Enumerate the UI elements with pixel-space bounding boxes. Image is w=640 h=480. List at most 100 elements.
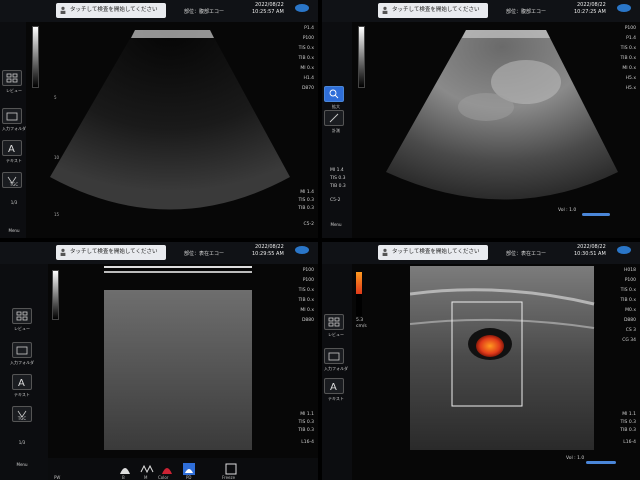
text-icon: A bbox=[18, 378, 25, 387]
person-icon bbox=[382, 248, 388, 256]
volume-slider[interactable] bbox=[582, 213, 610, 216]
svg-text:A: A bbox=[8, 144, 15, 153]
menu-label[interactable]: Menu bbox=[0, 228, 28, 233]
start-exam-banner[interactable]: タッチして検査を開始してください bbox=[56, 245, 166, 260]
datetime: 2022/08/22 10:30:51 AM bbox=[574, 244, 606, 257]
start-exam-banner[interactable]: タッチして検査を開始してください bbox=[378, 245, 488, 260]
start-exam-banner[interactable]: タッチして検査を開始してください bbox=[378, 3, 488, 18]
text-icon: A bbox=[8, 144, 15, 153]
grid-icon bbox=[6, 73, 18, 83]
volume-label: Vol : 1.0 bbox=[566, 456, 585, 461]
folder-label: 入力フォルダ bbox=[324, 366, 348, 371]
svg-text:A: A bbox=[330, 382, 337, 391]
folder-icon bbox=[328, 352, 340, 361]
review-button[interactable] bbox=[2, 70, 22, 86]
brand-logo-icon bbox=[295, 4, 309, 12]
brand-logo-icon bbox=[617, 4, 631, 12]
folder-button[interactable] bbox=[2, 108, 22, 124]
study-label: 部位：表在エコー bbox=[184, 251, 225, 257]
folder-label: 入力フォルダ bbox=[2, 126, 26, 131]
gray-scale-bar bbox=[32, 26, 39, 88]
text-label: テキスト bbox=[328, 396, 344, 401]
screenshot-grid: タッチして検査を開始してください 部位：腹部エコー 2022/08/22 10:2… bbox=[0, 0, 640, 480]
review-button[interactable] bbox=[324, 314, 344, 330]
probe-label: L16-4 bbox=[301, 440, 314, 445]
page-indicator: 1/3 bbox=[10, 200, 18, 205]
menu-label[interactable]: Menu bbox=[322, 222, 350, 227]
tgc-label: TGC bbox=[17, 416, 27, 421]
review-label: レビュー bbox=[14, 326, 30, 331]
folder-icon bbox=[6, 112, 18, 121]
doppler-ultrasound-image bbox=[410, 266, 595, 450]
left-toolbar: レビュー 入力フォルダ A テキスト TGC 1/3 Menu bbox=[0, 264, 48, 480]
svg-text:A: A bbox=[18, 378, 25, 387]
color-velocity-scale bbox=[356, 272, 362, 316]
top-bar: タッチして検査を開始してください 部位：腹部エコー 2022/08/22 10:2… bbox=[0, 0, 318, 22]
text-button[interactable]: A bbox=[12, 374, 32, 390]
volume-slider[interactable] bbox=[586, 461, 616, 464]
start-exam-banner[interactable]: タッチして検査を開始してください bbox=[56, 3, 166, 18]
review-label: レビュー bbox=[328, 332, 344, 337]
datetime: 2022/08/22 10:29:55 AM bbox=[252, 244, 284, 257]
panel-3-superficial-empty: タッチして検査を開始してください 部位：表在エコー 2022/08/22 10:2… bbox=[0, 242, 318, 480]
bottom-mode-bar: PW B M Color PD Freeze bbox=[48, 458, 318, 480]
caliper-icon bbox=[329, 113, 339, 123]
tgc-label: TGC bbox=[9, 182, 19, 187]
zoom-button[interactable] bbox=[324, 86, 344, 102]
left-toolbar: 拡大 計測 Menu bbox=[322, 22, 352, 238]
text-button[interactable]: A bbox=[2, 140, 22, 156]
text-icon: A bbox=[330, 382, 337, 391]
text-label: テキスト bbox=[6, 158, 22, 163]
param-list: H018 P100 TIS 0.x TIB 0.x M0.x D880 CS 3… bbox=[620, 268, 636, 445]
top-bar: タッチして検査を開始してください 部位：表在エコー 2022/08/22 10:3… bbox=[322, 242, 640, 264]
probe-label: L16-4 bbox=[623, 440, 636, 445]
brand-logo-icon bbox=[617, 246, 631, 254]
m-mode-icon[interactable] bbox=[140, 462, 154, 476]
study-label: 部位：表在エコー bbox=[506, 251, 547, 257]
person-icon bbox=[382, 6, 388, 14]
datetime: 2022/08/22 10:27:25 AM bbox=[574, 2, 606, 15]
probe-label: C5-2 bbox=[330, 198, 341, 203]
ultrasound-fan-image bbox=[50, 30, 290, 210]
panel-4-superficial-doppler: タッチして検査を開始してください 部位：表在エコー 2022/08/22 10:3… bbox=[322, 242, 640, 480]
grid-icon bbox=[328, 317, 340, 327]
top-bar: タッチして検査を開始してください 部位：表在エコー 2022/08/22 10:2… bbox=[0, 242, 318, 264]
review-button[interactable] bbox=[12, 308, 32, 324]
param-list: P1.4 P100 TIS 0.x TIB 0.x MI 0.x H1.4 D8… bbox=[298, 26, 315, 227]
linear-ultrasound-image bbox=[104, 266, 252, 450]
study-label: 部位：腹部エコー bbox=[506, 9, 547, 15]
ultrasound-fan-image bbox=[386, 30, 618, 200]
page-indicator: 1/3 bbox=[18, 440, 26, 445]
param-list: P100 P1.4 TIS 0.x TIB 0.x MI 0.x H5.x H5… bbox=[620, 26, 636, 91]
text-button[interactable]: A bbox=[324, 378, 344, 394]
review-label: レビュー bbox=[6, 88, 22, 93]
panel-2-abdominal-image: タッチして検査を開始してください 部位：腹部エコー 2022/08/22 10:2… bbox=[322, 0, 640, 238]
left-toolbar: レビュー 入力フォルダ A テキスト TGC 1/3 Menu bbox=[0, 22, 26, 238]
top-bar: タッチして検査を開始してください 部位：腹部エコー 2022/08/22 10:2… bbox=[322, 0, 640, 22]
param-list: P100 P100 TIS 0.x TIB 0.x MI 0.x D880 MI… bbox=[298, 268, 314, 445]
magnifier-icon bbox=[329, 89, 339, 99]
b-mode-icon[interactable] bbox=[118, 462, 132, 476]
panel-1-abdominal-empty: タッチして検査を開始してください 部位：腹部エコー 2022/08/22 10:2… bbox=[0, 0, 318, 238]
power-doppler-icon[interactable] bbox=[182, 462, 196, 476]
left-toolbar: レビュー 入力フォルダ A テキスト bbox=[322, 264, 352, 480]
measure-label: 計測 bbox=[332, 128, 340, 133]
menu-label[interactable]: Menu bbox=[8, 462, 36, 467]
grid-icon bbox=[16, 311, 28, 321]
text-label: テキスト bbox=[14, 392, 30, 397]
person-icon bbox=[60, 248, 66, 256]
person-icon bbox=[60, 6, 66, 14]
freeze-icon[interactable] bbox=[224, 462, 238, 476]
folder-button[interactable] bbox=[324, 348, 344, 364]
study-label: 部位：腹部エコー bbox=[184, 9, 225, 15]
measure-button[interactable] bbox=[324, 110, 344, 126]
probe-label: C5-2 bbox=[303, 222, 315, 227]
gray-scale-bar bbox=[358, 26, 365, 88]
volume-label: Vol : 1.0 bbox=[558, 208, 577, 213]
folder-button[interactable] bbox=[12, 342, 32, 358]
folder-label: 入力フォルダ bbox=[10, 360, 34, 365]
datetime: 2022/08/22 10:25:57 AM bbox=[252, 2, 284, 15]
color-mode-icon[interactable] bbox=[160, 462, 174, 476]
gray-scale-bar bbox=[52, 270, 59, 320]
brand-logo-icon bbox=[295, 246, 309, 254]
